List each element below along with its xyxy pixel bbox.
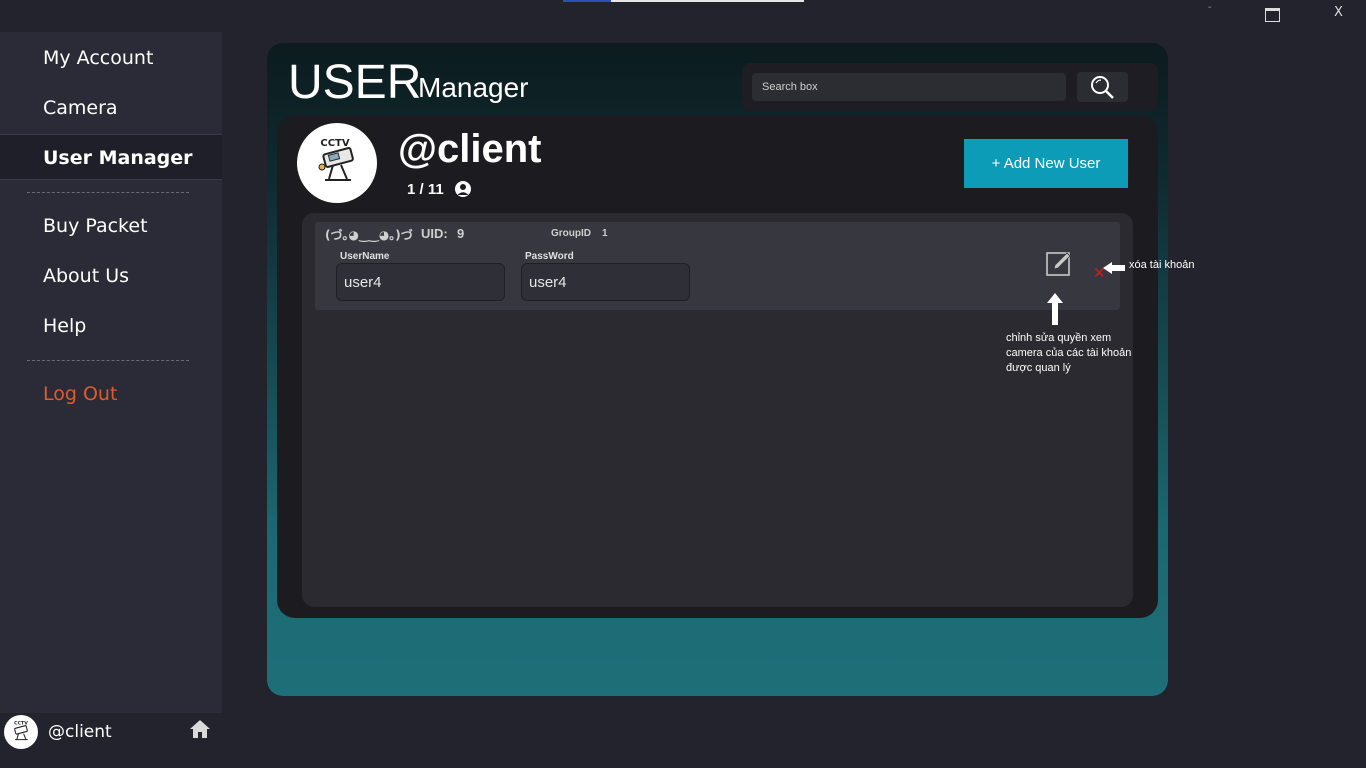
page-title: USER (288, 56, 422, 109)
add-new-user-button[interactable]: + Add New User (964, 139, 1128, 188)
username-field[interactable] (336, 263, 505, 301)
user-kaomoji: (づ｡◕‿‿◕｡)づ (325, 228, 413, 242)
search-input[interactable] (752, 73, 1066, 101)
profile-name: @client (398, 127, 542, 171)
annotation-edit-note: chỉnh sửa quyền xem camera của các tài k… (1006, 332, 1132, 374)
annotation-delete-note: xóa tài khoản (1129, 259, 1195, 271)
username-label: UserName (340, 251, 390, 262)
cctv-logo: CCTV (318, 138, 354, 181)
sidebar-footer: CCTV @client (0, 713, 222, 768)
search-bar (742, 63, 1158, 111)
avatar[interactable]: CCTV (4, 715, 38, 749)
svg-text:CCTV: CCTV (320, 138, 349, 149)
sidebar-divider (27, 360, 189, 361)
maximize-button[interactable] (1265, 8, 1280, 22)
cctv-logo: CCTV (14, 720, 28, 741)
footer-username: @client (48, 722, 112, 742)
home-icon[interactable] (188, 717, 212, 741)
annotation-arrow-up-icon (1047, 293, 1063, 325)
group-id-value: 1 (602, 228, 608, 239)
loading-strip (563, 0, 804, 2)
sidebar-item-about-us[interactable]: About Us (0, 253, 222, 299)
sidebar-divider (27, 192, 189, 193)
sidebar-item-help[interactable]: Help (0, 303, 222, 349)
group-id-label: GroupID (551, 228, 591, 239)
close-button[interactable]: X (1334, 5, 1343, 20)
list-item: (づ｡◕‿‿◕｡)づ UID: 9 GroupID 1 UserName Pas… (315, 222, 1120, 310)
password-label: PassWord (525, 251, 574, 262)
uid-value: 9 (457, 226, 465, 241)
window-titlebar: - X (0, 0, 1366, 32)
uid-label: UID: (421, 226, 448, 241)
annotation-arrow-left-icon (1103, 262, 1125, 274)
edit-icon[interactable] (1045, 249, 1073, 277)
sidebar-item-my-account[interactable]: My Account (0, 35, 222, 81)
sidebar-item-buy-packet[interactable]: Buy Packet (0, 203, 222, 249)
user-count: 1 / 11 (407, 181, 444, 198)
person-icon (455, 181, 471, 197)
sidebar-item-camera[interactable]: Camera (0, 85, 222, 131)
search-icon (1091, 76, 1114, 99)
search-button[interactable] (1077, 72, 1128, 102)
sidebar: My Account Camera User Manager Buy Packe… (0, 32, 222, 768)
minimize-button[interactable]: - (1208, 2, 1212, 13)
logout-button[interactable]: Log Out (0, 371, 222, 417)
page-subtitle: Manager (418, 72, 529, 103)
profile-avatar: CCTV (297, 123, 377, 203)
password-field[interactable] (521, 263, 690, 301)
sidebar-item-user-manager[interactable]: User Manager (0, 134, 222, 180)
user-list: (づ｡◕‿‿◕｡)づ UID: 9 GroupID 1 UserName Pas… (302, 213, 1133, 607)
